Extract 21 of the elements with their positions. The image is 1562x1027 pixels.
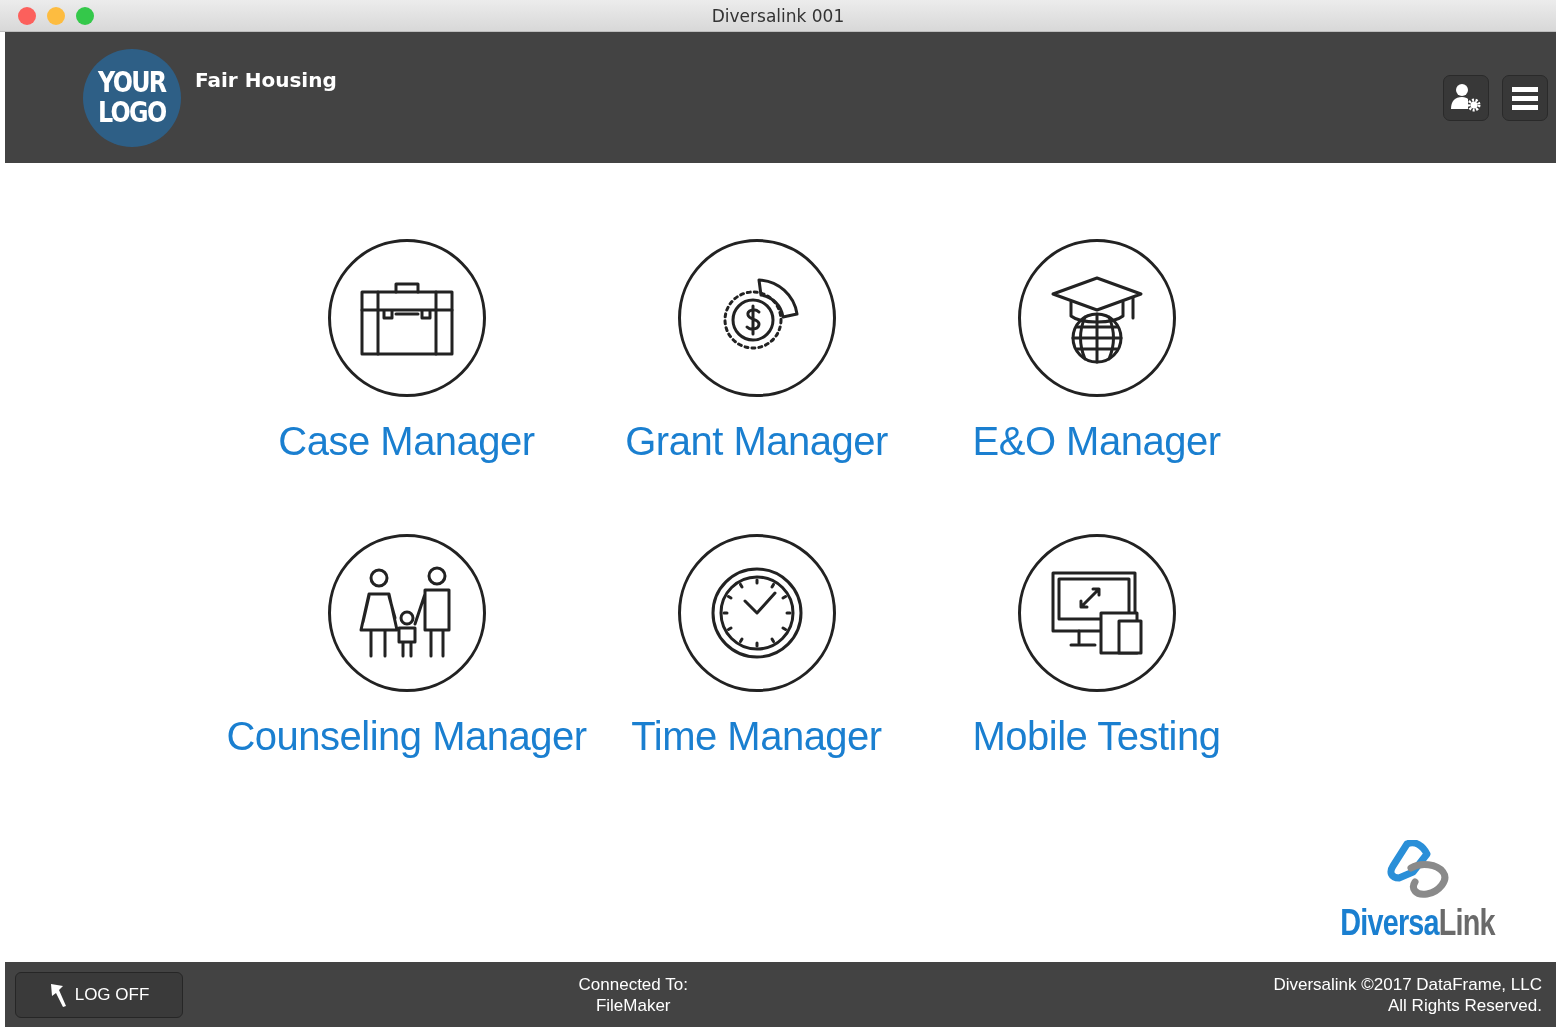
copyright-text: Diversalink ©2017 DataFrame, LLC All Rights Reserved. (1273, 973, 1542, 1016)
module-link[interactable]: Case Manager (278, 419, 535, 464)
module-link[interactable]: E&O Manager (972, 419, 1221, 464)
arrow-icon (48, 981, 67, 1008)
window-title: Diversalink 001 (711, 5, 845, 26)
menu-icon (1512, 85, 1538, 110)
user-settings-button[interactable] (1443, 74, 1489, 121)
briefcase-icon (359, 280, 454, 356)
user-gear-icon (1451, 82, 1481, 113)
module-link[interactable]: Mobile Testing (972, 714, 1221, 759)
menu-button[interactable] (1502, 74, 1548, 121)
module-link[interactable]: Grant Manager (625, 419, 888, 464)
connection-status: Connected To: FileMaker (578, 973, 688, 1016)
module-link[interactable]: Time Manager (631, 714, 882, 759)
module-link[interactable]: Counseling Manager (226, 714, 587, 759)
log-off-button[interactable]: LOG OFF (15, 971, 183, 1018)
brand-wordmark: DiversaLink (1340, 902, 1495, 944)
brand-logo-icon (1385, 840, 1450, 900)
logo-text: YOUR (98, 67, 166, 98)
logo-text: LOGO (98, 97, 166, 128)
app-title: Fair Housing (195, 68, 337, 92)
